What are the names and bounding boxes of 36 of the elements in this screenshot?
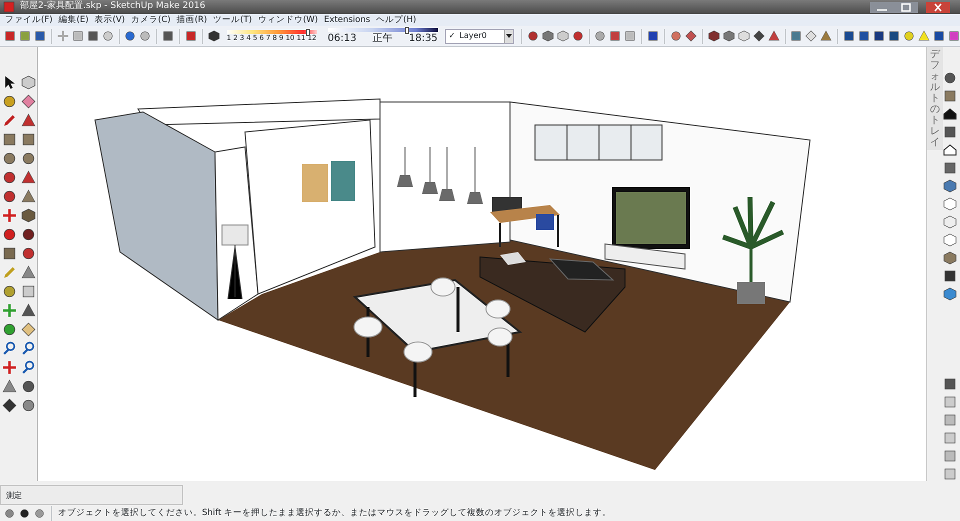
maximize-icon[interactable] bbox=[894, 2, 918, 12]
menu-item[interactable]: 描画(R) bbox=[174, 14, 210, 26]
dark-square-icon[interactable] bbox=[842, 30, 855, 42]
time-label: 正午 bbox=[372, 32, 393, 44]
desk-drawing bbox=[490, 197, 560, 248]
zoom-icon[interactable] bbox=[2, 341, 16, 356]
menu-item[interactable]: Extensions bbox=[321, 14, 374, 26]
measurements-box[interactable]: 測定 bbox=[0, 485, 183, 505]
time-label: 06:13 bbox=[328, 32, 356, 44]
minimize-icon[interactable] bbox=[870, 2, 894, 12]
pencil-icon[interactable] bbox=[2, 113, 16, 128]
time-slider[interactable] bbox=[328, 28, 438, 32]
menu-item[interactable]: 編集(E) bbox=[56, 14, 92, 26]
house-outline-icon[interactable] bbox=[943, 143, 957, 157]
status-text: オブジェクトを選択してください。Shift キーを押したまま選択するか、またはマウスをドラッグして複数のオブジェクトを選択します。 bbox=[58, 506, 612, 520]
month-slider[interactable] bbox=[226, 30, 317, 34]
house-icon[interactable] bbox=[943, 107, 957, 121]
app-logo-icon bbox=[2, 0, 16, 14]
poster-drawing bbox=[302, 161, 355, 202]
menu-item[interactable]: ファイル(F) bbox=[2, 14, 56, 26]
slider-thumb[interactable] bbox=[306, 28, 310, 36]
window-title: 部屋2-家具配置.skp - SketchUp Make 2016 bbox=[20, 0, 206, 14]
menu-item[interactable]: 表示(V) bbox=[92, 14, 128, 26]
menu-item[interactable]: ツール(T) bbox=[210, 14, 255, 26]
slider-thumb[interactable] bbox=[404, 26, 409, 34]
coffee-table-drawing bbox=[548, 258, 614, 281]
layer-name: Layer0 bbox=[459, 30, 487, 42]
previous-icon[interactable] bbox=[20, 360, 36, 375]
tray-tab[interactable]: デフォルトのトレイ bbox=[927, 47, 943, 150]
menu-item[interactable]: ヘルプ(H) bbox=[373, 14, 420, 26]
check-mark: ✓ bbox=[448, 30, 456, 42]
menu-item[interactable]: カメラ(C) bbox=[128, 14, 174, 26]
zoom-window-icon[interactable] bbox=[20, 341, 36, 356]
time-label: 18:35 bbox=[408, 32, 438, 44]
layer-dropdown[interactable]: ✓ Layer0 bbox=[444, 28, 514, 44]
menu-item[interactable]: ウィンドウ(W) bbox=[254, 14, 321, 26]
